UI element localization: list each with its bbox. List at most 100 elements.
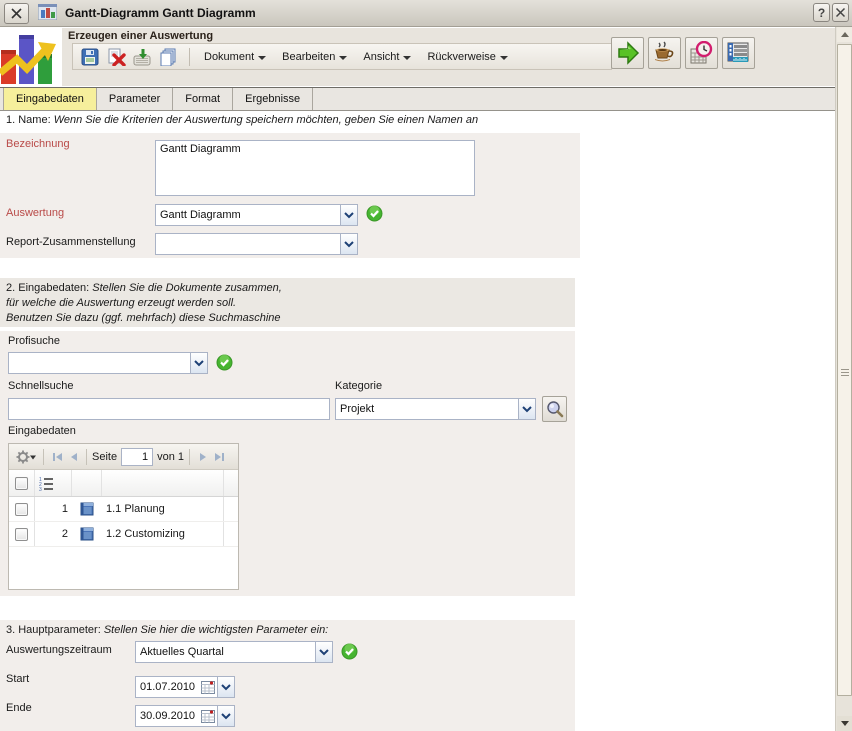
row-number-cell: 2: [61, 528, 68, 540]
dropdown-trigger[interactable]: [518, 398, 536, 420]
calendar-icon[interactable]: [201, 709, 215, 726]
menu-dokument[interactable]: Dokument: [196, 46, 274, 68]
section2-note-2: für welche die Auswertung erzeugt werden…: [6, 297, 237, 309]
tab-parameter[interactable]: Parameter: [97, 88, 174, 110]
discard-button[interactable]: [105, 46, 127, 68]
scroll-up-button[interactable]: [837, 27, 852, 42]
tabbar: Eingabedaten Parameter Format Ergebnisse: [0, 87, 835, 111]
tab-label: Format: [185, 93, 221, 105]
auswertung-combobox[interactable]: [155, 204, 358, 226]
window-title: Gantt-Diagramm Gantt Diagramm: [65, 6, 256, 20]
coffee-cup-icon: [654, 41, 673, 62]
help-icon: ?: [817, 5, 826, 20]
page-number-input[interactable]: [121, 447, 154, 466]
scrollbar-thumb[interactable]: [837, 44, 852, 696]
main-toolbar: Dokument Bearbeiten Ansicht Rückverweise: [72, 43, 612, 70]
dropdown-trigger[interactable]: [190, 352, 208, 374]
text-column-header[interactable]: [102, 470, 224, 496]
tab-format[interactable]: Format: [173, 88, 234, 110]
chevron-down-icon: [522, 405, 532, 412]
application-window: Gantt-Diagramm Gantt Diagramm ? Erzeugen…: [0, 0, 852, 731]
first-page-icon: [52, 452, 62, 461]
tab-ergebnisse[interactable]: Ergebnisse: [233, 88, 314, 110]
kategorie-label: Kategorie: [335, 380, 383, 392]
close-button[interactable]: [832, 3, 849, 22]
kategorie-combobox[interactable]: [335, 398, 536, 420]
search-icon: [546, 401, 563, 418]
row-checkbox[interactable]: [15, 502, 28, 516]
auswertung-input[interactable]: [155, 204, 340, 226]
copy-button[interactable]: [157, 46, 179, 68]
row-number-header[interactable]: 1 2 3: [35, 470, 72, 496]
grid-title: Eingabedaten: [8, 425, 76, 437]
chevron-down-icon: [258, 55, 267, 60]
kategorie-input[interactable]: [335, 398, 518, 420]
profisuche-input[interactable]: [8, 352, 190, 374]
close-window-button[interactable]: [4, 2, 29, 24]
row-text-cell: 1.2 Customizing: [102, 522, 224, 546]
schnellsuche-input[interactable]: [8, 398, 330, 420]
panel-heading: Erzeugen einer Auswertung: [68, 30, 214, 42]
row-text-cell: 1.1 Planung: [102, 497, 224, 521]
vertical-scrollbar[interactable]: [835, 27, 852, 731]
tab-label: Parameter: [108, 93, 161, 105]
grid-row[interactable]: 2 1.2 Customizing: [9, 522, 238, 547]
last-page-button[interactable]: [211, 449, 227, 465]
run-button[interactable]: [611, 37, 644, 69]
menu-rueckverweise[interactable]: Rückverweise: [419, 46, 515, 68]
search-button[interactable]: [542, 396, 567, 422]
menu-label: Ansicht: [363, 50, 400, 63]
ende-datefield[interactable]: [135, 705, 235, 727]
report-input[interactable]: [155, 233, 340, 255]
tab-eingabedaten[interactable]: Eingabedaten: [3, 88, 97, 110]
menu-bearbeiten[interactable]: Bearbeiten: [274, 46, 355, 68]
help-button[interactable]: ?: [813, 3, 830, 22]
select-all-cell[interactable]: [9, 470, 35, 496]
pager-separator: [43, 448, 44, 465]
start-label: Start: [6, 673, 30, 685]
save-icon: [81, 48, 99, 65]
icon-column-header[interactable]: [72, 470, 102, 496]
row-select-cell[interactable]: [9, 497, 35, 521]
scroll-down-button[interactable]: [837, 716, 852, 731]
document-icon-cell: [72, 497, 102, 521]
dropdown-trigger[interactable]: [315, 641, 333, 663]
page-total-label: von 1: [157, 450, 184, 463]
arrow-up-icon: [840, 32, 849, 37]
profisuche-combobox[interactable]: [8, 352, 208, 374]
zeitraum-label: Auswertungszeitraum: [6, 644, 112, 656]
grid-settings-button[interactable]: [14, 449, 38, 465]
start-datefield[interactable]: [135, 676, 235, 698]
section3-block: 3. Hauptparameter: Stellen Sie hier die …: [0, 620, 575, 731]
menu-ansicht[interactable]: Ansicht: [355, 46, 419, 68]
select-all-checkbox[interactable]: [15, 476, 28, 490]
dropdown-trigger[interactable]: [340, 233, 358, 255]
bezeichnung-textarea[interactable]: Gantt Diagramm: [155, 140, 475, 196]
import-button[interactable]: [131, 46, 153, 68]
copy-icon: [160, 48, 175, 66]
row-checkbox[interactable]: [15, 527, 28, 541]
menu-label: Rückverweise: [427, 50, 496, 63]
first-page-button[interactable]: [49, 449, 65, 465]
dropdown-trigger[interactable]: [217, 705, 235, 727]
chevron-down-icon: [403, 55, 412, 60]
toolbar-separator: [189, 47, 190, 66]
calendar-icon[interactable]: [201, 680, 215, 697]
prev-page-button[interactable]: [65, 449, 81, 465]
dropdown-trigger[interactable]: [217, 676, 235, 698]
dropdown-trigger[interactable]: [340, 204, 358, 226]
valid-check-icon: [341, 643, 358, 663]
grid-row[interactable]: 1 1.1 Planung: [9, 497, 238, 522]
report-combobox[interactable]: [155, 233, 358, 255]
section1-note: Wenn Sie die Kriterien der Auswertung sp…: [53, 114, 479, 126]
coffee-button[interactable]: [648, 37, 681, 69]
numbered-list-icon: 1 2 3: [39, 477, 53, 491]
report-button[interactable]: [722, 37, 755, 69]
next-page-button[interactable]: [195, 449, 211, 465]
row-select-cell[interactable]: [9, 522, 35, 546]
schedule-button[interactable]: [685, 37, 718, 69]
close-icon: [11, 7, 22, 19]
zeitraum-input[interactable]: [135, 641, 315, 663]
zeitraum-combobox[interactable]: [135, 641, 333, 663]
save-button[interactable]: [79, 46, 101, 68]
